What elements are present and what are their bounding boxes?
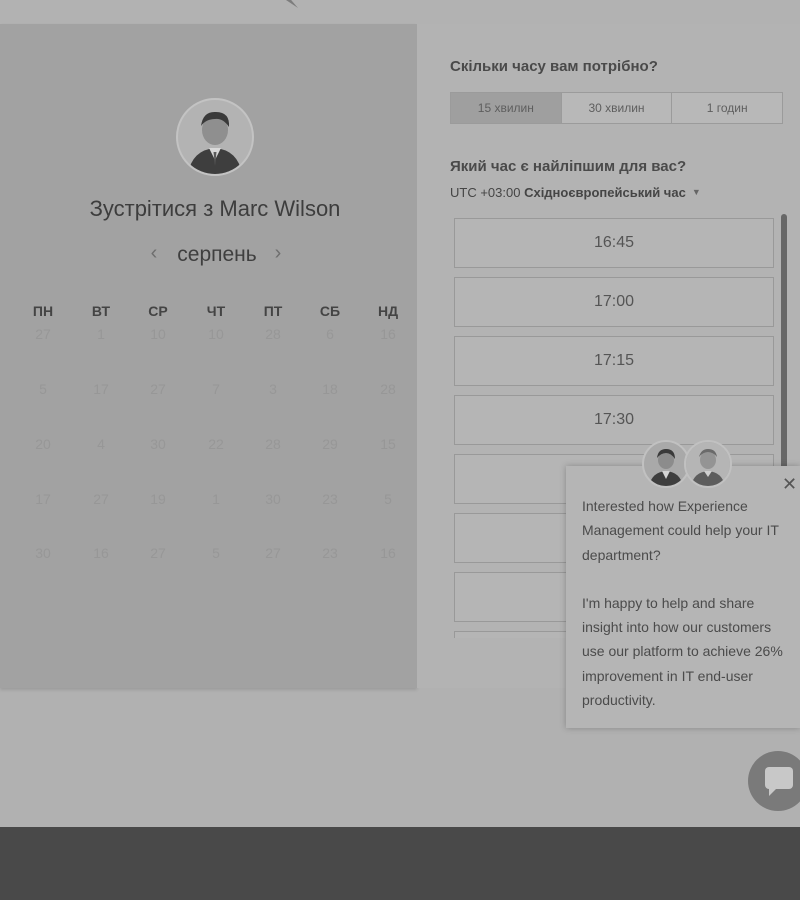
calendar-day[interactable]: 28	[243, 326, 303, 342]
logo	[248, 0, 298, 8]
chevron-left-icon[interactable]: ‹	[144, 242, 164, 265]
calendar-day[interactable]: 27	[128, 381, 188, 397]
calendar-day[interactable]: 16	[71, 545, 131, 561]
time-question: Який час є найліпшим для вас?	[450, 158, 687, 175]
popup-message: Interested how Experience Management cou…	[582, 494, 794, 736]
weekday-label: НД	[377, 303, 399, 319]
calendar-day[interactable]: 28	[243, 436, 303, 452]
duration-option-30[interactable]: 30 хвилин	[562, 93, 673, 123]
calendar-day[interactable]: 16	[358, 326, 418, 342]
weekday-label: СБ	[319, 303, 341, 319]
calendar-day[interactable]: 10	[128, 326, 188, 342]
weekday-label: ВТ	[91, 303, 111, 319]
time-slot[interactable]: 17:30	[454, 395, 774, 445]
calendar-day[interactable]: 30	[128, 436, 188, 452]
weekday-label: ПТ	[263, 303, 283, 319]
host-avatar	[176, 98, 254, 176]
weekday-label: СР	[148, 303, 168, 319]
calendar-day[interactable]: 6	[300, 326, 360, 342]
calendar-day[interactable]: 30	[13, 545, 73, 561]
calendar-day[interactable]: 18	[300, 381, 360, 397]
time-slot-scrollbar[interactable]	[781, 214, 787, 476]
chat-bubble-icon	[765, 767, 793, 796]
calendar-day[interactable]: 20	[13, 436, 73, 452]
calendar-day[interactable]: 17	[71, 381, 131, 397]
calendar-day[interactable]: 1	[186, 491, 246, 507]
calendar-day[interactable]: 27	[71, 491, 131, 507]
footer	[0, 827, 800, 900]
calendar-day[interactable]: 23	[300, 491, 360, 507]
chevron-right-icon[interactable]: ›	[268, 242, 288, 265]
timezone-selector[interactable]: UTC +03:00 Східноєвропейський час ▼	[450, 185, 701, 200]
duration-option-60[interactable]: 1 годин	[672, 93, 782, 123]
calendar-day[interactable]: 5	[186, 545, 246, 561]
chat-invite-popup: ✕ Interested how Experience Management c…	[566, 466, 800, 728]
time-slot[interactable]: 17:00	[454, 277, 774, 327]
calendar-day[interactable]: 27	[243, 545, 303, 561]
calendar-day[interactable]: 4	[71, 436, 131, 452]
calendar-day[interactable]: 15	[358, 436, 418, 452]
agent-avatar	[684, 440, 732, 488]
calendar-day[interactable]: 3	[243, 381, 303, 397]
calendar-day[interactable]: 5	[358, 491, 418, 507]
calendar-day[interactable]: 7	[186, 381, 246, 397]
calendar-day[interactable]: 27	[128, 545, 188, 561]
duration-option-15[interactable]: 15 хвилин	[451, 93, 562, 123]
calendar-day[interactable]: 10	[186, 326, 246, 342]
calendar-day[interactable]: 17	[13, 491, 73, 507]
weekday-label: ПН	[32, 303, 54, 319]
calendar-day[interactable]: 28	[358, 381, 418, 397]
top-bar	[0, 0, 800, 24]
close-icon[interactable]: ✕	[782, 474, 797, 495]
month-label: серпень	[177, 243, 257, 266]
calendar-day[interactable]: 29	[300, 436, 360, 452]
time-slot[interactable]: 17:15	[454, 336, 774, 386]
calendar-day[interactable]: 19	[128, 491, 188, 507]
calendar-day[interactable]: 27	[13, 326, 73, 342]
popup-paragraph: I'm happy to help and share insight into…	[582, 594, 783, 709]
month-navigation: ‹ серпень ›	[140, 242, 295, 270]
calendar-day[interactable]: 23	[300, 545, 360, 561]
calendar-day[interactable]: 1	[71, 326, 131, 342]
host-title: Зустрітися з Marc Wilson	[89, 196, 341, 221]
calendar-day[interactable]: 30	[243, 491, 303, 507]
popup-paragraph: Interested how Experience Management cou…	[582, 498, 779, 563]
duration-question: Скільки часу вам потрібно?	[450, 58, 658, 75]
calendar-day[interactable]: 5	[13, 381, 73, 397]
chat-launcher-button[interactable]	[748, 751, 800, 811]
calendar-day[interactable]: 22	[186, 436, 246, 452]
time-slot[interactable]: 16:45	[454, 218, 774, 268]
weekday-label: ЧТ	[206, 303, 226, 319]
caret-down-icon: ▼	[691, 187, 701, 197]
calendar-day[interactable]: 16	[358, 545, 418, 561]
timezone-name: Східноєвропейський час	[524, 185, 686, 200]
agent-avatar	[642, 440, 690, 488]
duration-selector: 15 хвилин 30 хвилин 1 годин	[450, 92, 783, 124]
timezone-offset: UTC +03:00	[450, 185, 521, 200]
